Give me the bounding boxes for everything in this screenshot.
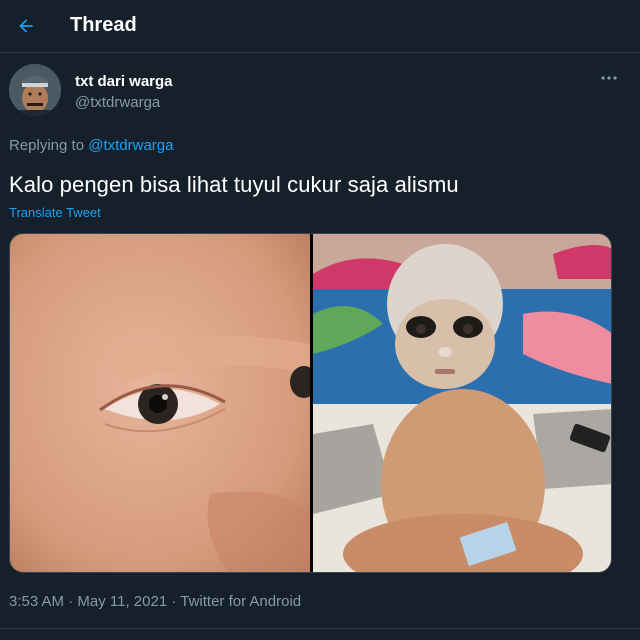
photo-baby [313, 234, 611, 572]
replying-to-link[interactable]: @txtdrwarga [88, 137, 173, 154]
back-button[interactable] [10, 10, 42, 42]
replying-to: Replying to @txtdrwarga [9, 137, 173, 154]
tweet-media[interactable] [9, 233, 612, 573]
timestamp-time[interactable]: 3:53 AM [9, 593, 64, 610]
arrow-left-icon [19, 19, 33, 33]
divider [0, 628, 640, 629]
more-options-button[interactable] [597, 68, 621, 88]
avatar-image [9, 64, 61, 116]
thread-header: Thread [0, 0, 640, 53]
timestamp-date[interactable]: May 11, 2021 [77, 593, 167, 610]
tweet-text: Kalo pengen bisa lihat tuyul cukur saja … [9, 172, 459, 197]
avatar[interactable] [9, 64, 61, 116]
media-photo-eye-closeup[interactable] [10, 234, 310, 572]
tweet-timestamp: 3:53 AM · May 11, 2021 · Twitter for And… [9, 593, 301, 610]
translate-tweet-link[interactable]: Translate Tweet [9, 205, 101, 220]
photo-eye-closeup [10, 234, 310, 572]
author-handle[interactable]: @txtdrwarga [75, 94, 160, 111]
media-photo-baby[interactable] [313, 234, 611, 572]
timestamp-separator: · [167, 593, 181, 610]
replying-prefix: Replying to [9, 137, 85, 154]
tweet-source[interactable]: Twitter for Android [180, 593, 301, 610]
page-title: Thread [70, 14, 137, 36]
timestamp-separator: · [64, 593, 78, 610]
author-display-name[interactable]: txt dari warga [75, 73, 173, 90]
tweet-author: txt dari warga @txtdrwarga [9, 64, 631, 120]
more-horizontal-icon [601, 76, 617, 80]
